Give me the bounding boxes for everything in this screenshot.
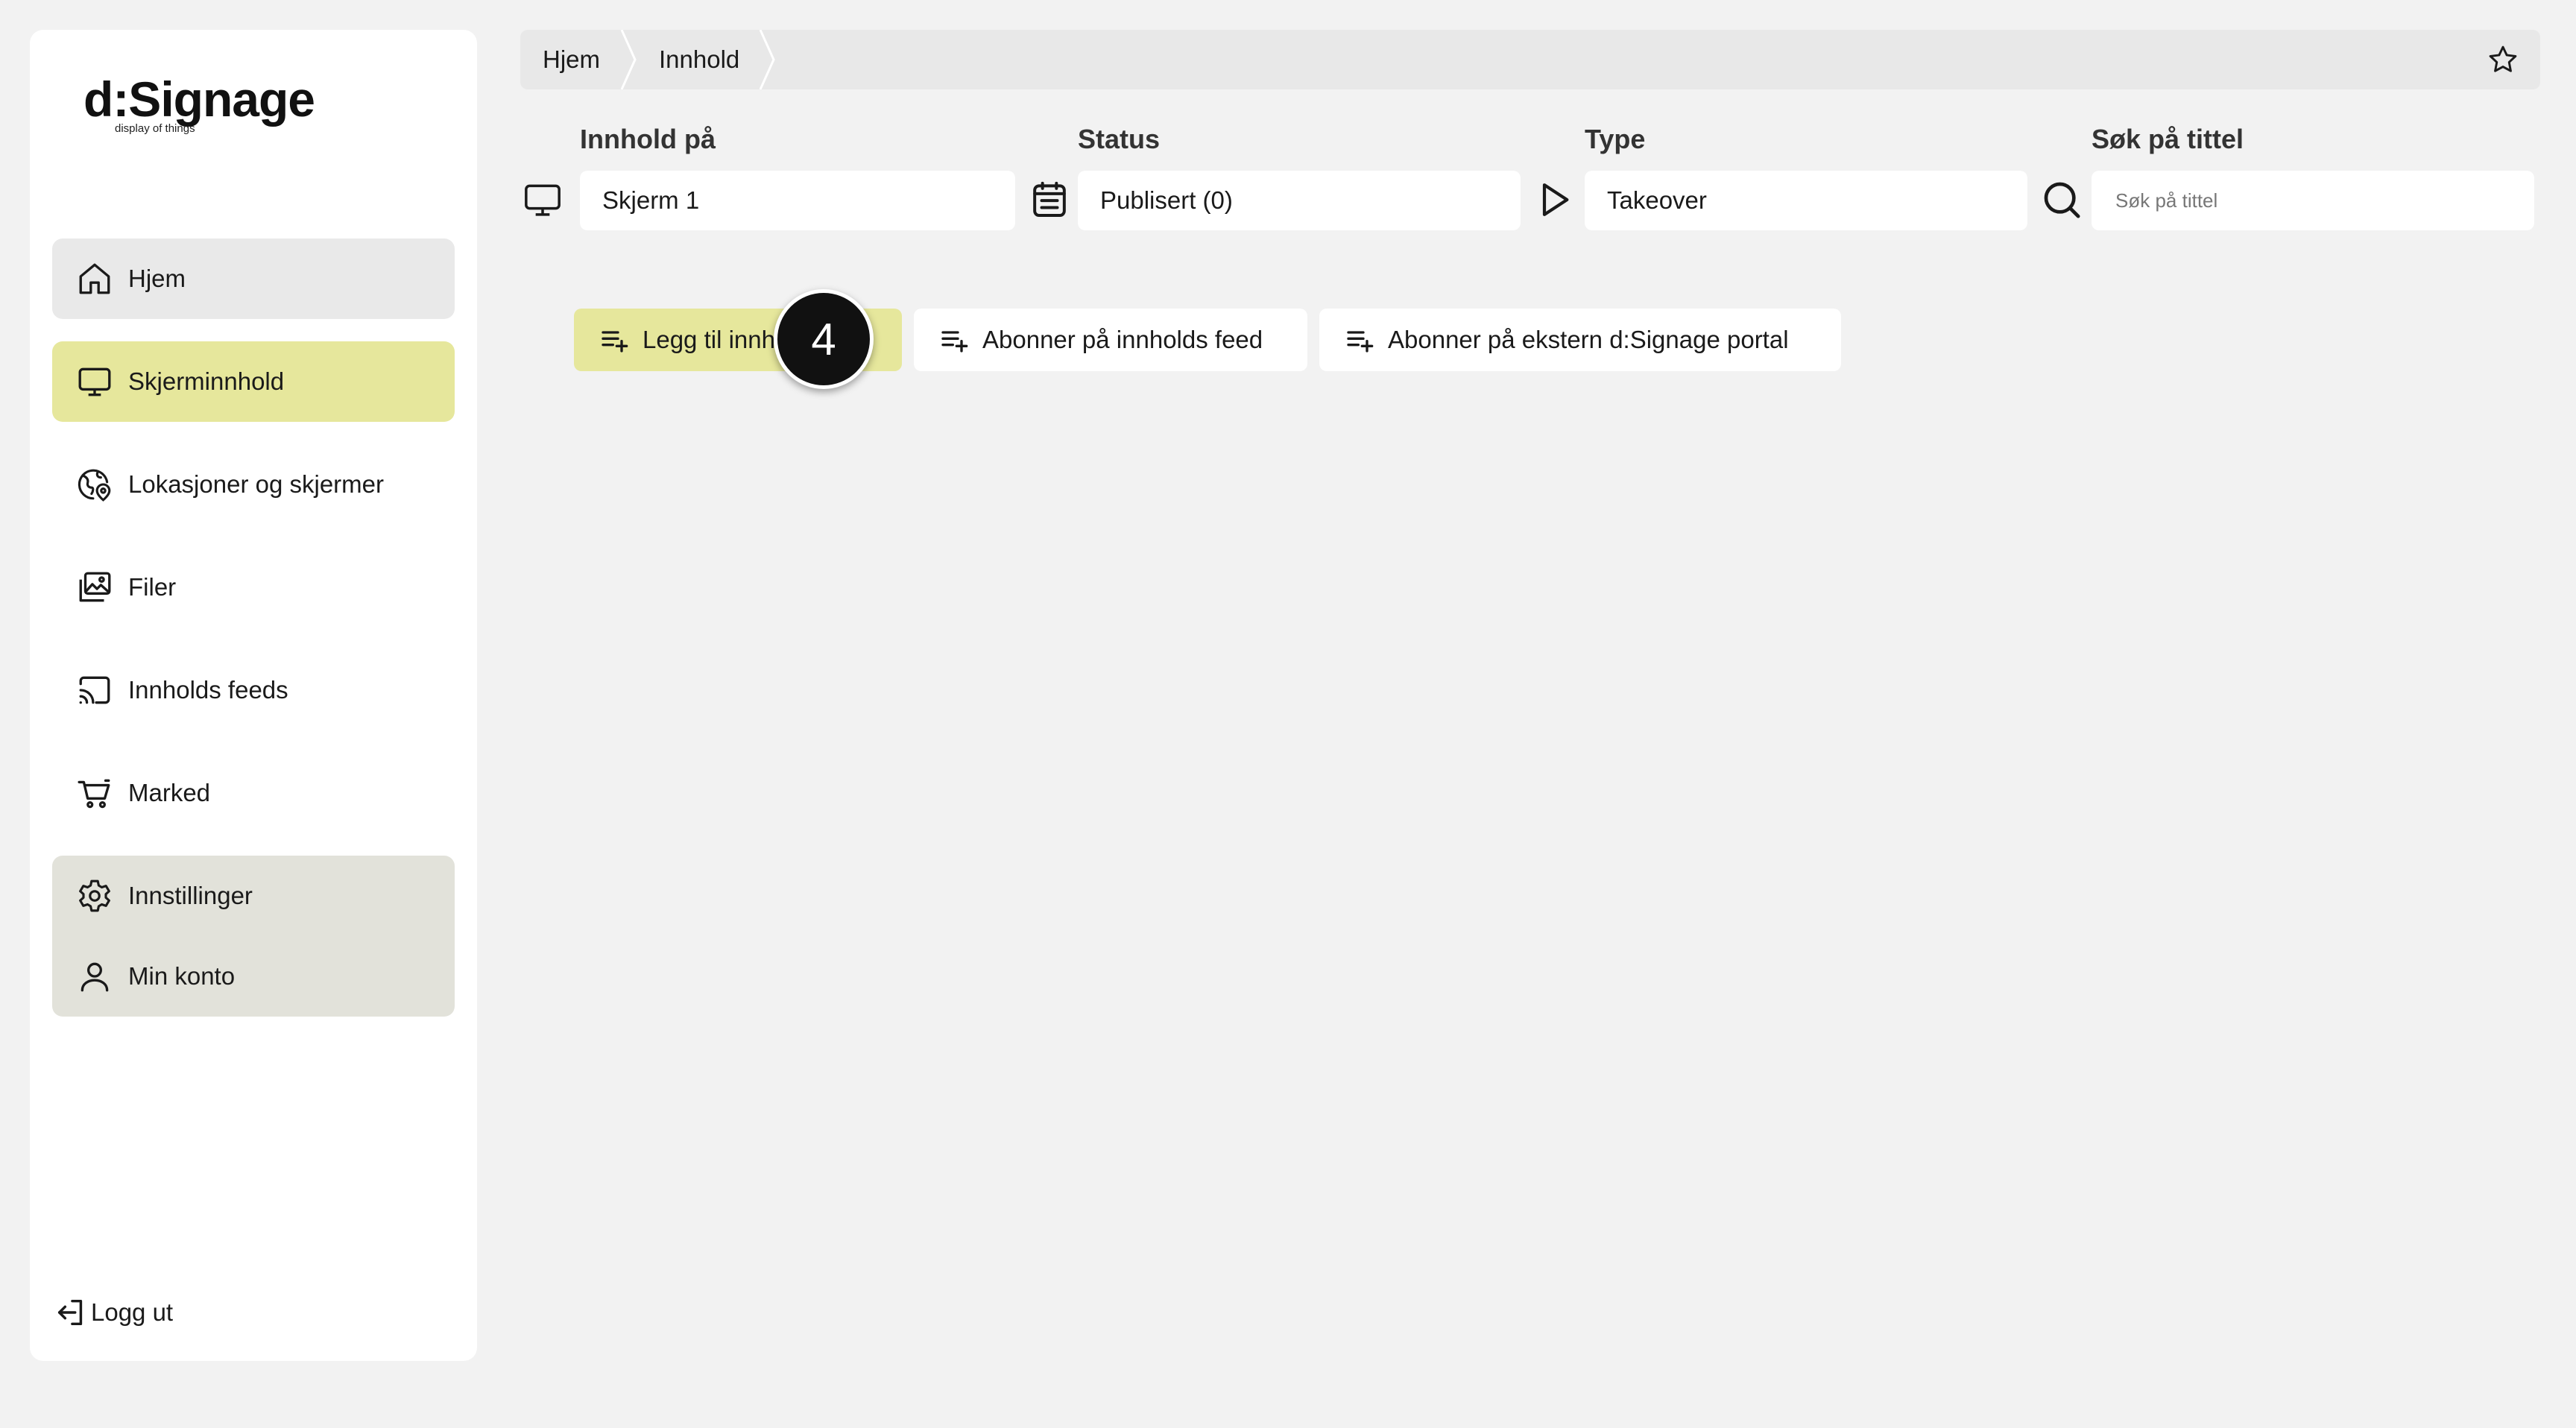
sidebar-item-marked[interactable]: Marked [52, 753, 455, 833]
breadcrumb-item-innhold[interactable]: Innhold [659, 30, 739, 89]
globe-location-icon [78, 469, 111, 502]
sidebar-item-label: Marked [128, 779, 211, 806]
sidebar-settings-group: Innstillinger Min konto [52, 856, 455, 1017]
status-select[interactable]: Publisert (0) [1078, 171, 1521, 230]
sidebar-item-label: Innholds feeds [128, 676, 288, 704]
search-input[interactable] [2114, 188, 2534, 213]
subscribe-portal-label: Abonner på ekstern d:Signage portal [1388, 326, 1789, 353]
star-icon[interactable] [2487, 43, 2519, 76]
gear-icon [79, 879, 110, 912]
sidebar-item-label: Filer [128, 573, 177, 601]
breadcrumb: Hjem Innhold [520, 30, 2540, 89]
cast-icon [79, 676, 110, 704]
subscribe-portal-button[interactable]: Abonner på ekstern d:Signage portal [1319, 309, 1841, 371]
breadcrumb-separator [620, 30, 637, 89]
search-field[interactable] [2092, 171, 2534, 230]
screen-select-value: Skjerm 1 [602, 186, 700, 214]
filter-label-type: Type [1585, 124, 1646, 154]
search-icon [2044, 182, 2080, 218]
cart-icon [78, 779, 110, 809]
filter-label-search: Søk på tittel [2092, 124, 2244, 154]
sidebar-item-label: Innstillinger [128, 882, 253, 909]
subscribe-feed-label: Abonner på innholds feed [982, 326, 1263, 353]
filter-label-status: Status [1078, 124, 1161, 154]
subscribe-feed-button[interactable]: Abonner på innholds feed [914, 309, 1307, 371]
sidebar-item-label: Lokasjoner og skjermer [128, 470, 384, 498]
sidebar-item-innstillinger[interactable]: Innstillinger [52, 856, 455, 936]
calendar-list-icon [1033, 181, 1066, 217]
sidebar-item-label: Hjem [128, 265, 186, 292]
monitor-icon [78, 367, 111, 397]
images-icon [79, 572, 111, 602]
playlist-add-icon [941, 331, 968, 353]
logo[interactable]: d:Signage display of things [83, 75, 315, 135]
logout-button[interactable]: Logg ut [54, 1295, 173, 1330]
status-select-value: Publisert (0) [1100, 186, 1233, 214]
sidebar-item-label: Skjerminnhold [128, 367, 285, 395]
sidebar-item-lokasjoner[interactable]: Lokasjoner og skjermer [52, 444, 455, 525]
breadcrumb-item-hjem[interactable]: Hjem [543, 30, 600, 89]
sidebar-item-label: Min konto [128, 962, 236, 990]
sidebar-item-filer[interactable]: Filer [52, 547, 455, 628]
sidebar-item-min-konto[interactable]: Min konto [52, 936, 455, 1017]
sidebar: d:Signage display of things Hjem Skjermi… [30, 30, 477, 1361]
logo-text: d:Signage [83, 72, 315, 127]
type-select-value: Takeover [1607, 186, 1707, 214]
screen-select[interactable]: Skjerm 1 [580, 171, 1015, 230]
type-select[interactable]: Takeover [1585, 171, 2027, 230]
sidebar-item-skjerminnhold[interactable]: Skjerminnhold [52, 341, 455, 422]
filter-label-screen: Innhold på [580, 124, 716, 154]
logout-label: Logg ut [91, 1298, 174, 1326]
logout-icon [57, 1299, 83, 1326]
user-icon [80, 962, 109, 992]
step-badge: 4 [774, 289, 874, 389]
sidebar-item-hjem[interactable]: Hjem [52, 238, 455, 319]
playlist-add-icon [602, 331, 628, 353]
monitor-icon [525, 184, 561, 216]
home-icon [79, 263, 110, 294]
play-icon [1542, 183, 1569, 216]
sidebar-item-innholds-feeds[interactable]: Innholds feeds [52, 650, 455, 730]
playlist-add-icon [1347, 331, 1374, 353]
breadcrumb-separator [759, 30, 775, 89]
